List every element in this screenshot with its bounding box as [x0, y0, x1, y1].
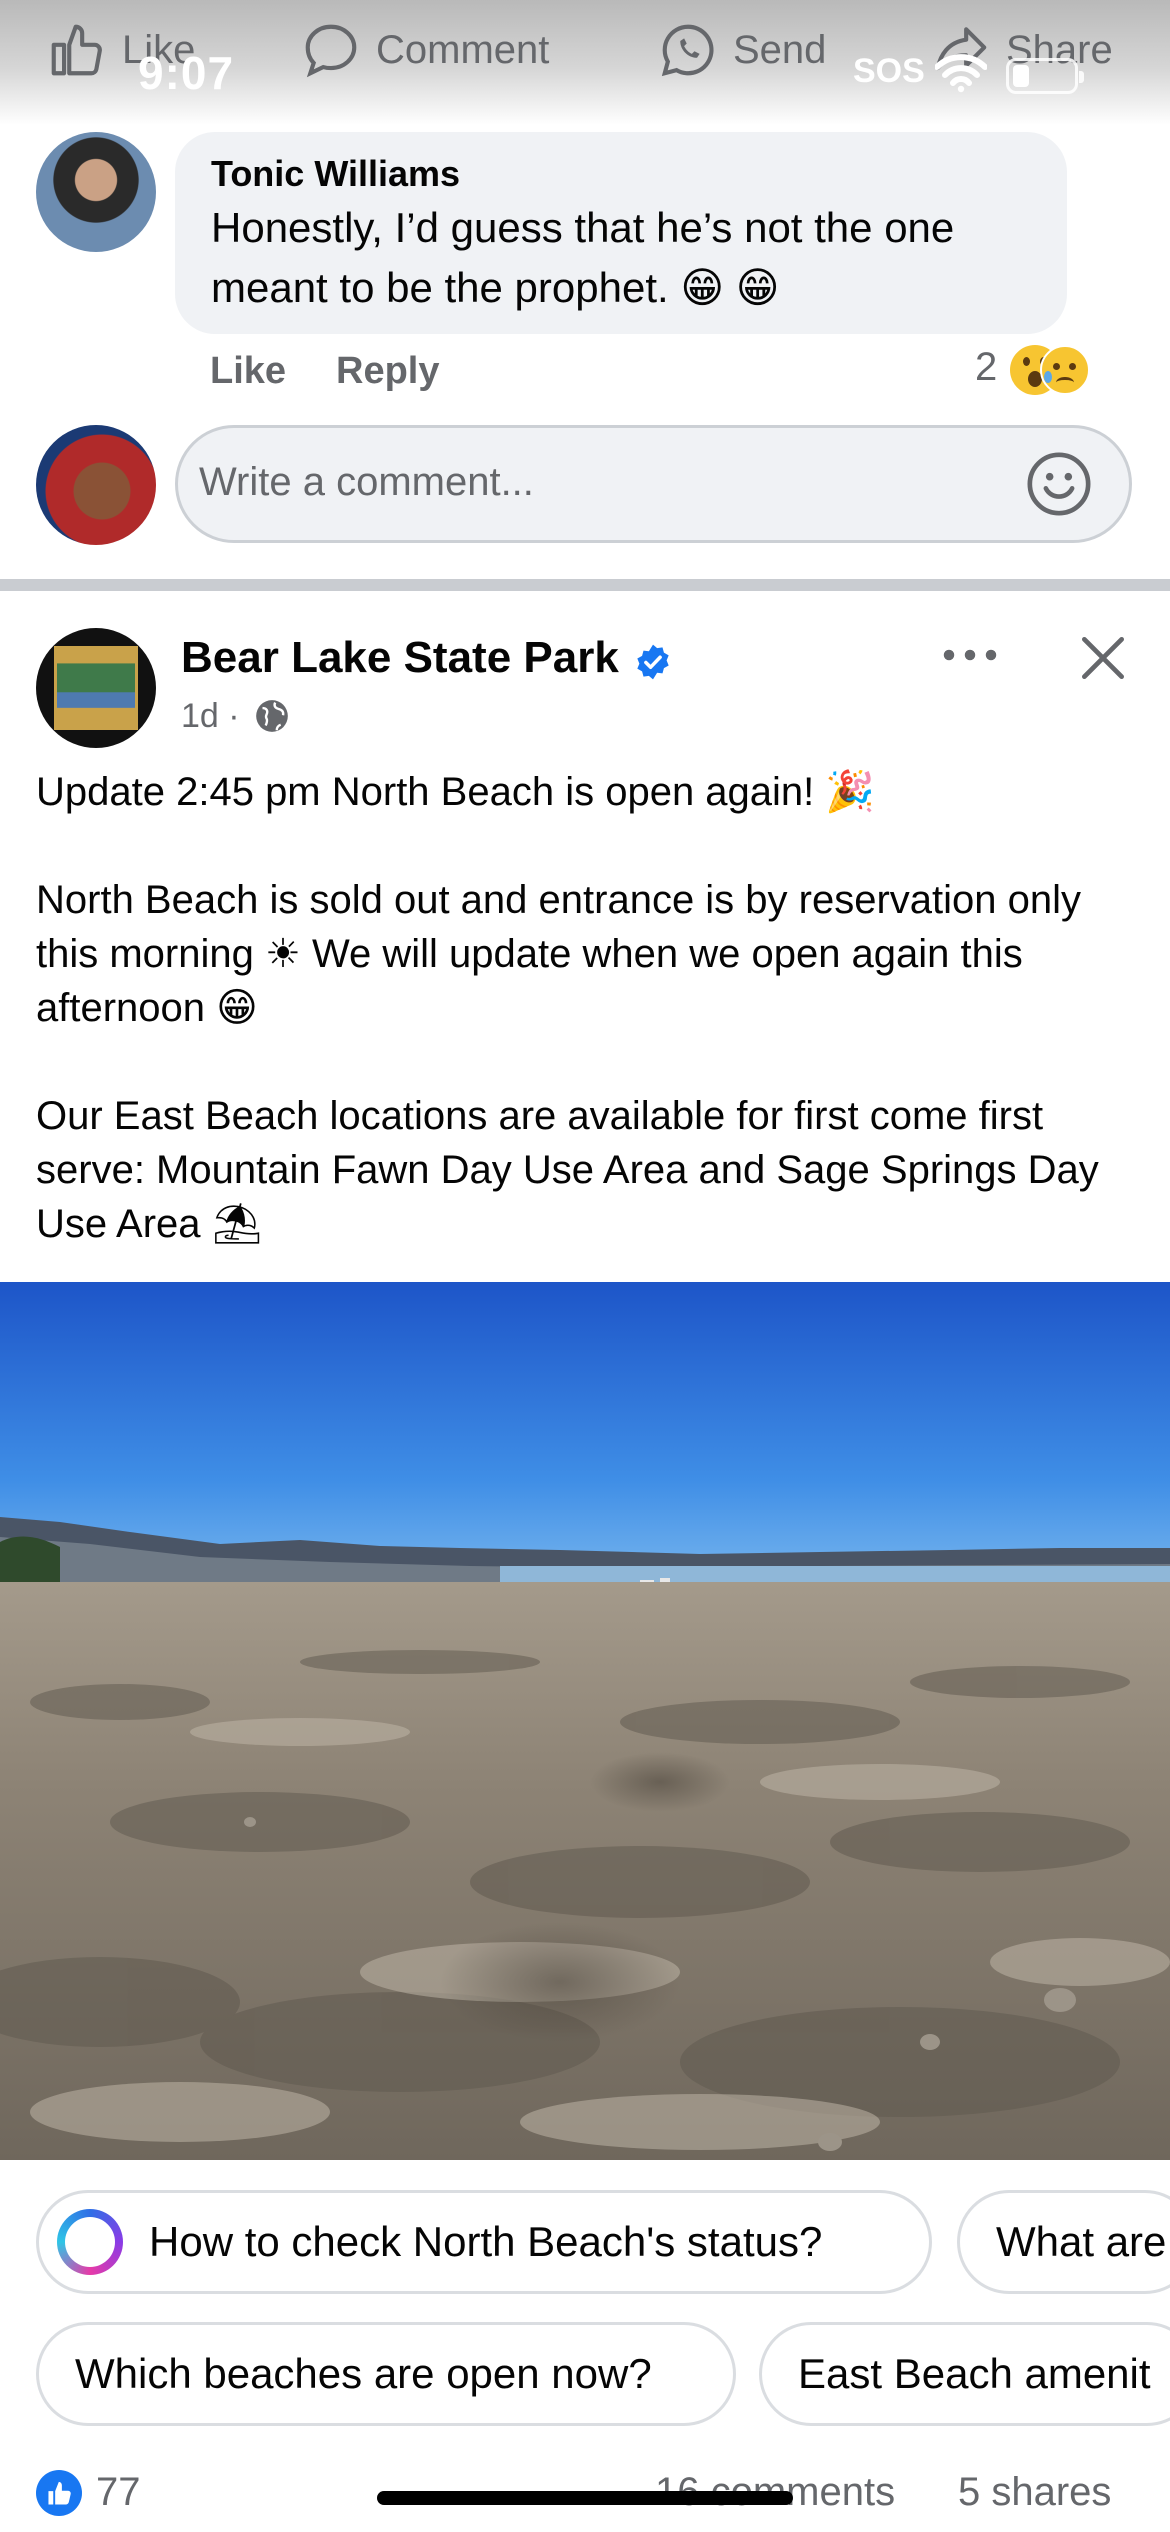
- suggestion-chip[interactable]: East Beach amenit: [759, 2322, 1170, 2426]
- comment-label: Comment: [376, 27, 550, 72]
- suggestion-chip[interactable]: What are: [957, 2190, 1170, 2294]
- comment-reaction-count[interactable]: 2: [975, 345, 997, 390]
- close-icon[interactable]: [1075, 630, 1131, 686]
- suggestion-chip[interactable]: Which beaches are open now?: [36, 2322, 736, 2426]
- park-logo: [54, 646, 138, 730]
- write-comment-placeholder: Write a comment...: [199, 460, 534, 504]
- send-button[interactable]: Send: [657, 10, 826, 90]
- globe-icon: [256, 700, 288, 732]
- suggestion-label: What are: [996, 2218, 1167, 2265]
- post-time-ago: 1d: [181, 697, 219, 735]
- sos-indicator: SOS: [853, 52, 925, 90]
- suggestion-chip[interactable]: How to check North Beach's status?: [36, 2190, 932, 2294]
- comment-icon: [305, 24, 357, 78]
- comment-button[interactable]: Comment: [300, 10, 549, 90]
- suggestion-label: Which beaches are open now?: [75, 2350, 652, 2397]
- grinning-face-icon: 😁: [668, 264, 725, 311]
- send-label: Send: [733, 27, 827, 72]
- sad-reaction-icon: [1040, 345, 1090, 395]
- my-avatar[interactable]: [36, 425, 156, 545]
- more-options-icon[interactable]: [940, 640, 1000, 670]
- page-avatar[interactable]: [36, 628, 156, 748]
- thumbs-up-icon: [51, 24, 102, 76]
- comment-text: Honestly, I’d guess that he’s not the on…: [211, 198, 1051, 318]
- meta-ai-icon: [57, 2209, 123, 2275]
- page-name[interactable]: Bear Lake State Park: [181, 633, 619, 683]
- home-indicator[interactable]: [377, 2491, 793, 2505]
- emoji-icon[interactable]: [1024, 449, 1094, 519]
- comment-reply-button[interactable]: Reply: [336, 350, 439, 393]
- post-text: Update 2:45 pm North Beach is open again…: [36, 770, 1099, 1246]
- whatsapp-icon: [661, 24, 714, 77]
- post-photo[interactable]: [0, 1282, 1170, 2160]
- grinning-face-icon: 😁: [724, 264, 780, 311]
- comment-author[interactable]: Tonic Williams: [211, 153, 460, 195]
- share-count[interactable]: 5 shares: [958, 2470, 1111, 2515]
- suggestion-label: How to check North Beach's status?: [149, 2218, 823, 2265]
- reaction-count[interactable]: 77: [96, 2470, 141, 2515]
- commenter-avatar[interactable]: [36, 132, 156, 252]
- post-divider: [0, 579, 1170, 591]
- suggestion-label: East Beach amenit: [798, 2350, 1151, 2397]
- battery-icon: [1006, 58, 1084, 94]
- post-time[interactable]: 1d ·: [181, 697, 240, 736]
- comment-text-body: Honestly, I’d guess that he’s not the on…: [211, 204, 955, 311]
- status-time: 9:07: [138, 47, 235, 99]
- comment-like-button[interactable]: Like: [210, 350, 286, 393]
- verified-badge-icon: [637, 644, 669, 680]
- wifi-icon: [935, 54, 987, 93]
- like-reaction-icon: [36, 2470, 82, 2516]
